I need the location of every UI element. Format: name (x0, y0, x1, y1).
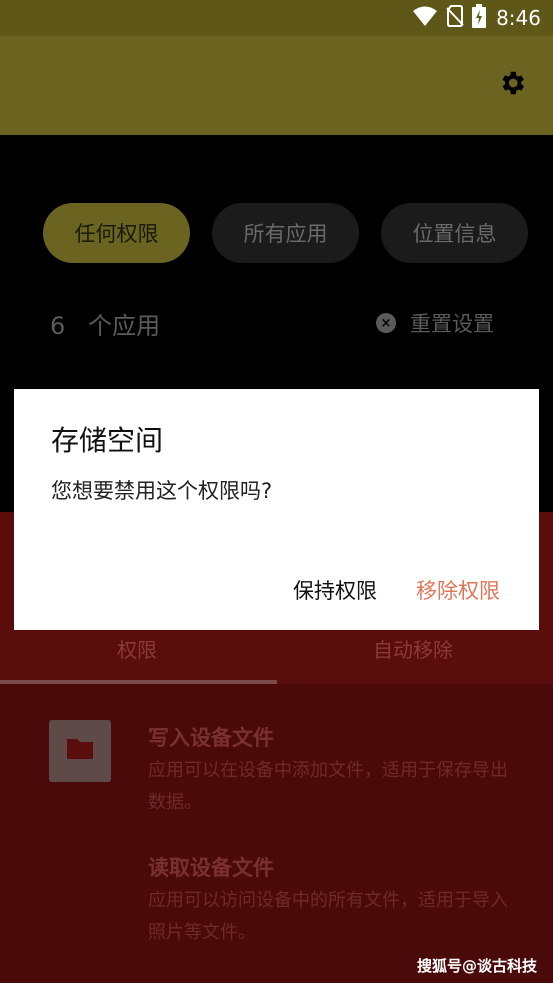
wifi-icon (412, 5, 438, 31)
tab-auto-remove[interactable]: 自动移除 (373, 634, 453, 663)
tab-indicator (0, 680, 277, 684)
permission-title-read: 读取设备文件 (148, 856, 274, 880)
app-count-unit: 个应用 (88, 312, 161, 340)
reset-settings-button[interactable]: × 重置设置 (376, 308, 494, 338)
clock: 8:46 (496, 6, 541, 30)
close-circle-icon: × (376, 313, 396, 333)
settings-button[interactable] (497, 70, 527, 100)
remove-permission-button[interactable]: 移除权限 (416, 575, 500, 605)
keep-permission-button[interactable]: 保持权限 (293, 575, 377, 605)
app-count: 6 个应用 (50, 306, 160, 341)
chip-label: 所有应用 (243, 222, 328, 246)
chip-label: 位置信息 (412, 222, 497, 246)
permission-desc-read: 应用可以访问设备中的所有文件，适用于导入照片等文件。 (148, 890, 508, 943)
permission-title-write: 写入设备文件 (148, 726, 274, 750)
permission-icon-box (49, 720, 111, 782)
watermark: 搜狐号@谈古科技 (416, 957, 537, 975)
folder-icon (65, 737, 95, 765)
status-bar: 8:46 (0, 0, 553, 36)
permission-desc-write: 应用可以在设备中添加文件，适用于保存导出数据。 (148, 760, 508, 813)
chip-label: 任何权限 (74, 222, 159, 246)
battery-charging-icon (472, 4, 487, 32)
no-sim-icon (446, 5, 464, 31)
app-count-number: 6 (50, 312, 66, 340)
dialog-message: 您想要禁用这个权限吗? (51, 479, 273, 503)
app-bar (0, 36, 553, 135)
filter-chip-all-apps[interactable]: 所有应用 (212, 203, 359, 263)
dialog-title: 存储空间 (51, 424, 164, 457)
tab-permissions[interactable]: 权限 (117, 634, 157, 663)
filter-chip-location[interactable]: 位置信息 (381, 203, 528, 263)
disable-permission-dialog: 存储空间 您想要禁用这个权限吗? 保持权限 移除权限 (14, 389, 539, 630)
reset-label: 重置设置 (410, 312, 494, 336)
filter-chip-any-permission[interactable]: 任何权限 (43, 203, 190, 263)
gear-icon (497, 68, 527, 102)
status-icons: 8:46 (412, 4, 541, 32)
